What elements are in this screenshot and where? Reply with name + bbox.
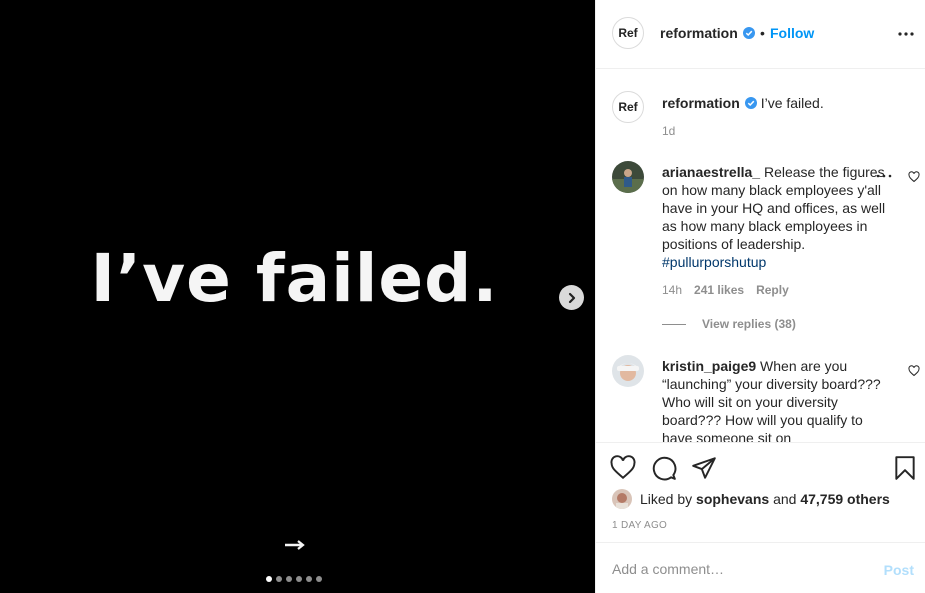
comment-meta: 14h 241 likes Reply	[662, 283, 789, 297]
carousel-dot	[286, 576, 292, 582]
liked-by-and: and	[773, 491, 797, 507]
post-media[interactable]: I’ve failed.	[0, 0, 595, 593]
view-replies-line	[662, 323, 686, 325]
comment-item: kristin_paige9 When are you “launching” …	[612, 355, 922, 442]
avatar-photo	[612, 355, 644, 387]
instagram-post: I’ve failed. Ref reformation • Follow Re…	[0, 0, 925, 593]
carousel-dot	[296, 576, 302, 582]
comment-text: arianaestrella_ Release the figures on h…	[662, 163, 888, 271]
verified-badge-icon	[744, 97, 757, 109]
carousel-indicator	[266, 576, 322, 582]
liked-by-user[interactable]: sophevans	[696, 491, 769, 507]
avatar-photo	[612, 489, 632, 509]
post-actions: Liked by sophevans and 47,759 others 1 D…	[596, 442, 925, 542]
next-slide-button[interactable]	[559, 285, 584, 310]
post-header: Ref reformation • Follow	[596, 0, 925, 69]
media-headline: I’ve failed.	[90, 240, 499, 317]
post-side-panel: Ref reformation • Follow Ref reformation…	[595, 0, 925, 593]
comment-time[interactable]: 14h	[662, 283, 682, 297]
comment-item: arianaestrella_ Release the figures on h…	[612, 161, 922, 331]
liked-by: Liked by sophevans and 47,759 others	[612, 489, 890, 509]
carousel-dot	[276, 576, 282, 582]
comment-likes[interactable]: 241 likes	[694, 283, 744, 297]
caption-username[interactable]: reformation	[662, 95, 740, 111]
carousel-dot	[316, 576, 322, 582]
liker-avatar[interactable]	[612, 489, 632, 509]
carousel-dot	[266, 576, 272, 582]
follow-button[interactable]: Follow	[770, 25, 814, 41]
comment-username[interactable]: arianaestrella_	[662, 164, 760, 180]
post-comment-button[interactable]: Post	[884, 562, 914, 578]
comments-list[interactable]: Ref reformation I’ve failed. 1d arianaes…	[596, 69, 925, 442]
carousel-dot	[306, 576, 312, 582]
comment-hashtag[interactable]: #pullurporshutup	[662, 254, 766, 270]
header-username-block: reformation	[660, 25, 755, 41]
chevron-right-icon	[568, 292, 575, 303]
profile-avatar[interactable]: Ref	[612, 17, 644, 49]
header-separator: •	[760, 25, 765, 41]
caption-text: I’ve failed.	[760, 95, 824, 111]
share-paper-plane-icon[interactable]	[691, 455, 717, 481]
likes-count[interactable]: 47,759 others	[800, 491, 890, 507]
commenter-avatar[interactable]	[612, 161, 644, 193]
caption-timestamp[interactable]: 1d	[662, 124, 675, 138]
liked-by-prefix: Liked by	[640, 491, 693, 507]
comment-input[interactable]	[612, 559, 862, 579]
comment-like-icon[interactable]	[908, 171, 920, 183]
reply-button[interactable]: Reply	[756, 283, 789, 297]
comment-text: kristin_paige9 When are you “launching” …	[662, 357, 888, 442]
comment-more-icon[interactable]	[876, 173, 892, 179]
more-options-icon[interactable]	[896, 24, 916, 44]
commenter-avatar[interactable]	[612, 355, 644, 387]
like-heart-icon[interactable]	[610, 455, 636, 481]
caption-body: reformation I’ve failed.	[662, 94, 912, 112]
add-comment-bar: Post	[596, 542, 925, 593]
save-bookmark-icon[interactable]	[892, 455, 918, 481]
comment-username[interactable]: kristin_paige9	[662, 358, 756, 374]
view-replies-button[interactable]: View replies (38)	[662, 317, 796, 331]
post-timestamp[interactable]: 1 DAY AGO	[612, 520, 667, 531]
avatar-photo	[612, 161, 644, 193]
comment-like-icon[interactable]	[908, 365, 920, 377]
caption-avatar[interactable]: Ref	[612, 91, 644, 123]
verified-badge-icon	[742, 27, 755, 39]
view-replies-label: View replies (38)	[702, 317, 796, 331]
comment-bubble-icon[interactable]	[651, 455, 677, 481]
arrow-right-icon	[285, 540, 305, 550]
header-username[interactable]: reformation	[660, 25, 738, 41]
